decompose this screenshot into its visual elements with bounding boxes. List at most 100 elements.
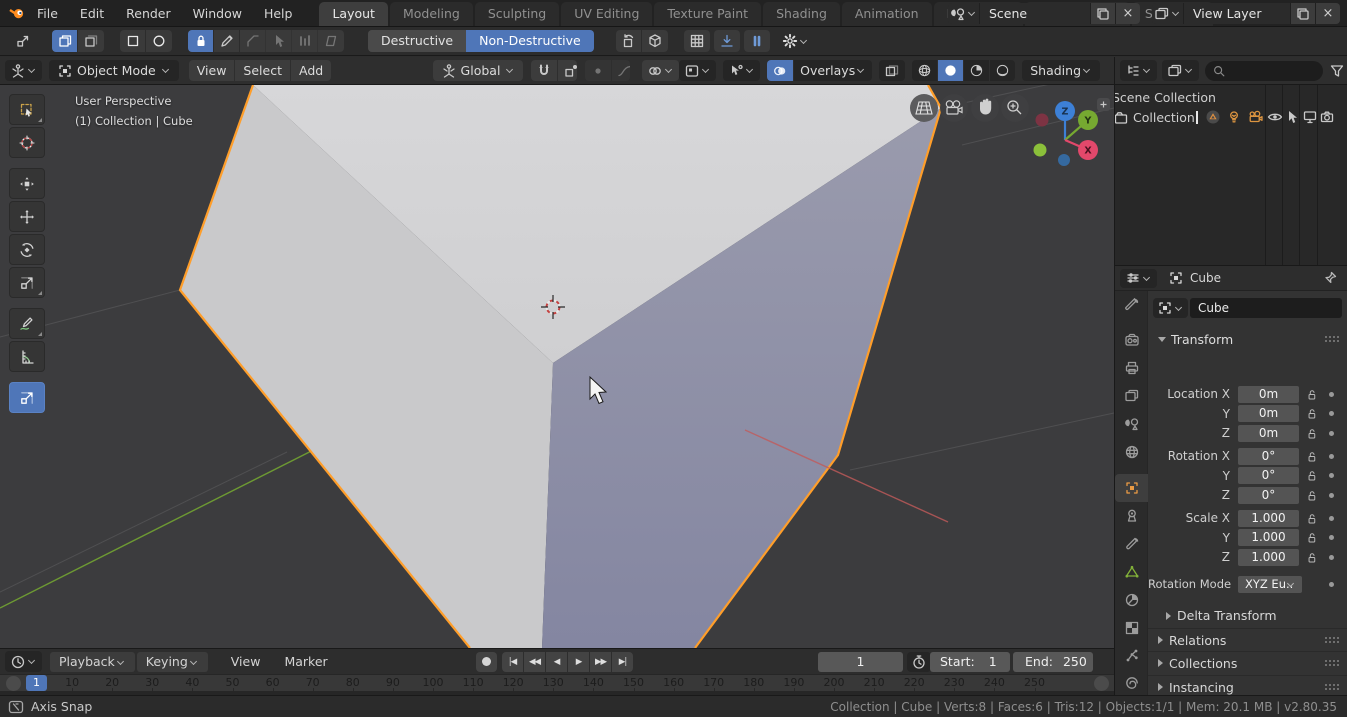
scene-unlink-button[interactable]: × (1115, 3, 1140, 24)
properties-tab-object[interactable] (1115, 474, 1148, 502)
properties-tab-constraints[interactable] (1115, 502, 1148, 530)
lock-icon[interactable] (1305, 407, 1318, 420)
lock-icon[interactable] (1305, 450, 1318, 463)
toggle-render-camera[interactable] (1319, 109, 1337, 125)
tool-move[interactable] (9, 201, 45, 232)
properties-tab-particles[interactable] (1115, 642, 1148, 670)
properties-tab-object-data[interactable] (1115, 558, 1148, 586)
value-field[interactable]: 0m (1238, 386, 1299, 403)
cube-object[interactable] (180, 85, 941, 648)
value-field[interactable]: 1.000 (1238, 529, 1299, 546)
playhead[interactable]: 1 (26, 675, 47, 691)
orientation-dropdown[interactable]: Global (433, 60, 524, 81)
tool-scale[interactable] (9, 267, 45, 298)
properties-tab-output[interactable] (1115, 354, 1148, 382)
panel-grip[interactable] (1324, 636, 1339, 644)
gizmo-neg-x[interactable] (1036, 114, 1049, 127)
workspace-tab-uv-editing[interactable]: UV Editing (561, 2, 652, 26)
workspace-tab-modeling[interactable]: Modeling (390, 2, 473, 26)
viewport-nav-buttons[interactable] (910, 94, 1029, 122)
properties-tab-tool[interactable] (1115, 291, 1148, 319)
gizmo-neg-y[interactable] (1034, 144, 1047, 157)
view-layer-name[interactable]: View Layer (1184, 6, 1290, 21)
panel-grip[interactable] (1324, 335, 1339, 343)
workspace-tab-sculpting[interactable]: Sculpting (475, 2, 559, 26)
lock-icon[interactable] (1305, 512, 1318, 525)
properties-tab-texture[interactable] (1115, 614, 1148, 642)
timeline-editor-type-button[interactable] (5, 651, 42, 672)
frame-end-field[interactable]: End:250 (1013, 652, 1093, 672)
pointer-button[interactable] (266, 30, 292, 52)
timeline-menu-marker[interactable]: Marker (275, 654, 336, 669)
lock-icon[interactable] (1305, 531, 1318, 544)
destructive-button[interactable]: Destructive (368, 30, 466, 52)
collection-label[interactable]: Collection (1133, 110, 1195, 125)
panel-delta-transform[interactable]: Delta Transform (1148, 604, 1347, 627)
lock-icon[interactable] (1305, 427, 1318, 440)
tool-annotate[interactable] (9, 308, 45, 339)
3d-viewport[interactable]: Z Y X User Perspective (1) Collection | … (0, 85, 1114, 648)
toggle-viewport-display[interactable] (1301, 109, 1319, 125)
view-layer-selector[interactable]: View Layer × (1152, 3, 1340, 24)
animate-decorator[interactable] (1329, 411, 1334, 416)
object-id-button[interactable] (1153, 298, 1188, 318)
properties-tab-render[interactable] (1115, 326, 1148, 354)
value-field[interactable]: 1.000 (1238, 510, 1299, 527)
transform-pivot-button[interactable] (10, 30, 36, 52)
tool-cursor[interactable] (9, 127, 45, 158)
ovl-front-button[interactable] (52, 30, 78, 52)
non-destructive-button[interactable]: Non-Destructive (466, 30, 594, 52)
value-field[interactable]: 0° (1238, 448, 1299, 465)
workspace-tab-layout[interactable]: Layout (319, 2, 388, 26)
lock-icon[interactable] (1305, 388, 1318, 401)
value-field[interactable]: 0° (1238, 487, 1299, 504)
transform-panel-header[interactable]: Transform (1148, 329, 1347, 349)
proportional-toggle-button[interactable] (585, 60, 611, 81)
gizmos-dropdown-button[interactable] (723, 60, 760, 81)
inset-button[interactable] (240, 30, 266, 52)
lock-button[interactable] (188, 30, 214, 52)
timeline-menu-view[interactable]: View (222, 654, 270, 669)
properties-tab-modifiers[interactable] (1115, 530, 1148, 558)
scene-name[interactable]: Scene (980, 6, 1090, 21)
rotate-sq-button[interactable] (616, 30, 642, 52)
properties-tab-scene[interactable] (1115, 410, 1148, 438)
record-button[interactable] (476, 652, 497, 672)
outliner-display-mode-button[interactable] (1162, 60, 1199, 81)
scene-selector[interactable]: Scene × (948, 3, 1140, 24)
mode-dropdown[interactable]: Object Mode (49, 60, 179, 81)
overlays-dropdown[interactable]: Overlays (767, 60, 872, 81)
pencil-button[interactable] (214, 30, 240, 52)
outliner-row-collection[interactable]: Collection (1115, 108, 1347, 127)
menu-select[interactable]: Select (235, 60, 290, 81)
lock-icon[interactable] (1305, 489, 1318, 502)
snap-toggle-button[interactable] (531, 60, 557, 81)
timeline-menu-playback[interactable]: Playback (50, 652, 135, 672)
value-field[interactable]: 0m (1238, 405, 1299, 422)
pause-button[interactable] (744, 30, 770, 52)
view-range-handle-right[interactable] (1094, 676, 1109, 691)
properties-tab-view-layer[interactable] (1115, 382, 1148, 410)
snap-settings-button[interactable] (558, 60, 576, 81)
outliner-editor-type-button[interactable] (1120, 60, 1157, 81)
play-button[interactable]: ▶ (568, 652, 589, 672)
panel-grip[interactable] (1324, 683, 1339, 691)
auto-snap-button[interactable] (714, 30, 740, 52)
scene-copy-button[interactable] (1090, 3, 1115, 24)
navigation-gizmo[interactable]: Z Y X (1034, 101, 1099, 166)
tool-primitive[interactable] (9, 382, 45, 413)
timeline-menu-keying[interactable]: Keying (137, 652, 208, 672)
menu-view[interactable]: View (189, 60, 235, 81)
xray-toggle-button[interactable] (879, 60, 905, 81)
current-frame-field[interactable]: 1 (818, 652, 903, 672)
menu-window[interactable]: Window (182, 0, 253, 27)
tool-transform[interactable] (9, 168, 45, 199)
zoom-button[interactable] (1001, 94, 1029, 122)
tool-options-button[interactable] (782, 30, 809, 52)
properties-tab-material[interactable] (1115, 586, 1148, 614)
properties-editor-type-button[interactable] (1120, 269, 1157, 288)
workspace-tab-animation[interactable]: Animation (842, 2, 932, 26)
panel-instancing[interactable]: Instancing (1148, 675, 1347, 695)
value-field[interactable]: 0° (1238, 467, 1299, 484)
filter-icon[interactable] (1329, 63, 1345, 79)
